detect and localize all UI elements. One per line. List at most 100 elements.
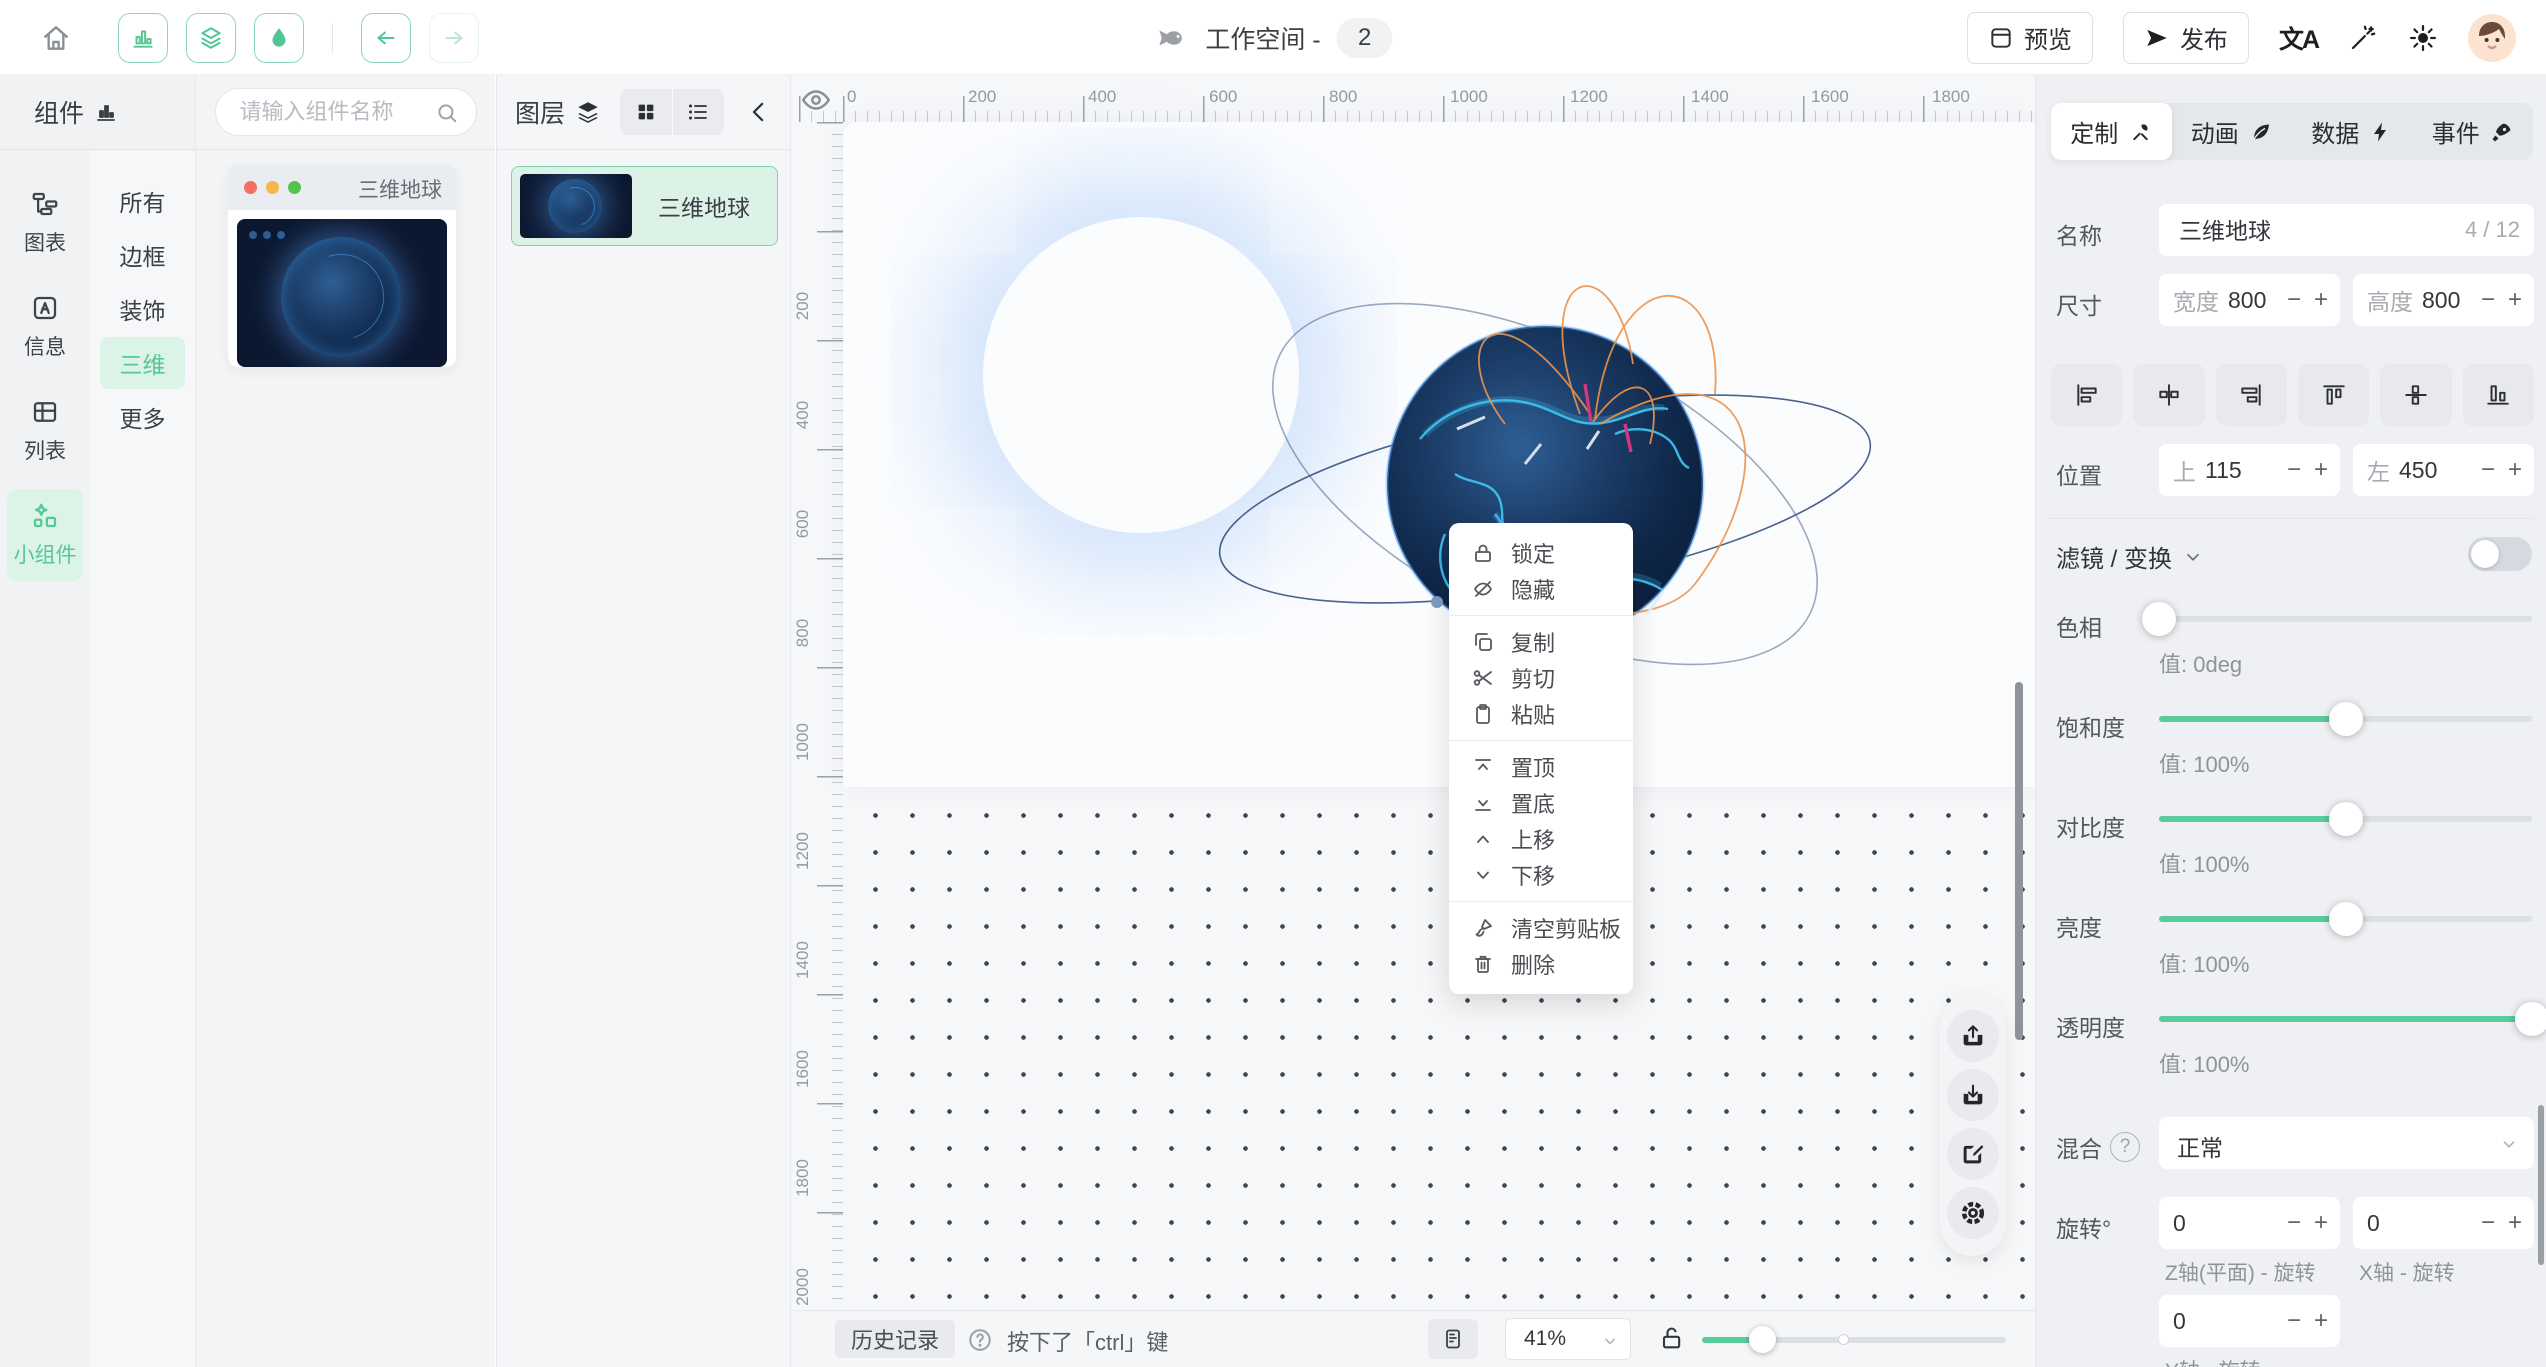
increment-icon[interactable]: + bbox=[2314, 1209, 2328, 1237]
import-button[interactable] bbox=[1947, 1069, 1999, 1121]
inspector-scrollbar[interactable] bbox=[2538, 1105, 2544, 1265]
chevron-down-icon[interactable] bbox=[2182, 546, 2204, 568]
align-bottom-button[interactable] bbox=[2463, 364, 2534, 426]
slider-thumb[interactable] bbox=[2329, 802, 2363, 836]
name-input-field[interactable] bbox=[2177, 204, 2427, 254]
context-menu-item-copy[interactable]: 复制 bbox=[1449, 624, 1633, 660]
increment-icon[interactable]: + bbox=[2508, 456, 2522, 484]
context-menu-item-send-to-back[interactable]: 置底 bbox=[1449, 785, 1633, 821]
hue-slider[interactable] bbox=[2159, 616, 2532, 622]
toggle-layers-panel-button[interactable] bbox=[186, 13, 236, 63]
minimap-toggle-button[interactable] bbox=[1428, 1319, 1478, 1359]
slider-thumb[interactable] bbox=[2329, 902, 2363, 936]
slider-thumb[interactable] bbox=[2142, 602, 2176, 636]
sidebar-item-widgets[interactable]: 小组件 bbox=[7, 489, 83, 581]
zoom-slider[interactable] bbox=[1702, 1337, 2006, 1343]
decrement-icon[interactable]: − bbox=[2287, 1209, 2301, 1237]
zoom-level-select[interactable]: 41% bbox=[1505, 1318, 1631, 1360]
rotate-x-stepper[interactable]: 0 −+ bbox=[2353, 1197, 2534, 1249]
dark-mode-sun-icon[interactable] bbox=[2408, 23, 2438, 53]
opacity-slider[interactable] bbox=[2159, 1016, 2532, 1022]
grid-view-icon[interactable] bbox=[620, 89, 673, 135]
sidebar-item-charts[interactable]: 图表 bbox=[7, 177, 83, 269]
top-stepper[interactable]: 上115 −+ bbox=[2159, 444, 2340, 496]
increment-icon[interactable]: + bbox=[2508, 286, 2522, 314]
preview-button[interactable]: 预览 bbox=[1967, 12, 2093, 64]
category-more[interactable]: 更多 bbox=[100, 391, 185, 443]
user-avatar[interactable] bbox=[2468, 14, 2516, 62]
help-icon[interactable] bbox=[967, 1327, 993, 1353]
zoom-lock-icon[interactable] bbox=[1657, 1324, 1685, 1352]
list-view-icon[interactable] bbox=[673, 89, 725, 135]
context-menu-item-bring-to-front[interactable]: 置顶 bbox=[1449, 749, 1633, 785]
increment-icon[interactable]: + bbox=[2314, 1307, 2328, 1335]
category-all[interactable]: 所有 bbox=[100, 175, 185, 227]
contrast-slider[interactable] bbox=[2159, 816, 2532, 822]
search-icon[interactable] bbox=[434, 100, 460, 126]
history-button[interactable]: 历史记录 bbox=[835, 1320, 955, 1358]
context-menu-item-delete[interactable]: 删除 bbox=[1449, 946, 1633, 982]
context-menu-item-paste[interactable]: 粘贴 bbox=[1449, 696, 1633, 732]
search-input[interactable] bbox=[238, 89, 428, 135]
decrement-icon[interactable]: − bbox=[2287, 1307, 2301, 1335]
context-menu-item-hide[interactable]: 隐藏 bbox=[1449, 571, 1633, 607]
align-center-vertical-button[interactable] bbox=[2380, 364, 2451, 426]
decrement-icon[interactable]: − bbox=[2481, 286, 2495, 314]
decrement-icon[interactable]: − bbox=[2287, 456, 2301, 484]
align-top-button[interactable] bbox=[2298, 364, 2369, 426]
question-icon[interactable]: ? bbox=[2110, 1132, 2140, 1162]
settings-gear-icon[interactable] bbox=[1947, 1187, 1999, 1239]
redo-button[interactable] bbox=[429, 13, 479, 63]
undo-button[interactable] bbox=[361, 13, 411, 63]
collapse-panel-icon[interactable] bbox=[744, 97, 774, 127]
context-menu-item-clear-clipboard[interactable]: 清空剪贴板 bbox=[1449, 910, 1633, 946]
blend-mode-select[interactable]: 正常 bbox=[2159, 1117, 2534, 1169]
saturation-slider[interactable] bbox=[2159, 716, 2532, 722]
left-stepper[interactable]: 左450 −+ bbox=[2353, 444, 2534, 496]
export-button[interactable] bbox=[1947, 1010, 1999, 1062]
language-icon[interactable]: 文A bbox=[2279, 20, 2318, 56]
component-card-3d-earth[interactable]: 三维地球 bbox=[228, 164, 456, 367]
align-left-button[interactable] bbox=[2051, 364, 2122, 426]
height-stepper[interactable]: 高度800 −+ bbox=[2353, 274, 2534, 326]
category-border[interactable]: 边框 bbox=[100, 229, 185, 281]
toggle-charts-panel-button[interactable] bbox=[118, 13, 168, 63]
edit-button[interactable] bbox=[1947, 1128, 1999, 1180]
home-icon[interactable] bbox=[40, 22, 72, 54]
decrement-icon[interactable]: − bbox=[2287, 286, 2301, 314]
rotate-z-stepper[interactable]: 0 −+ bbox=[2159, 1197, 2340, 1249]
canvas-vertical-scrollbar[interactable] bbox=[2015, 682, 2023, 1040]
slider-thumb[interactable] bbox=[2329, 702, 2363, 736]
increment-icon[interactable]: + bbox=[2314, 456, 2328, 484]
ruler-visibility-eye-icon[interactable] bbox=[799, 83, 833, 117]
brightness-slider[interactable] bbox=[2159, 916, 2532, 922]
context-menu-item-move-down[interactable]: 下移 bbox=[1449, 857, 1633, 893]
category-decoration[interactable]: 装饰 bbox=[100, 283, 185, 335]
context-menu-item-lock[interactable]: 锁定 bbox=[1449, 535, 1633, 571]
increment-icon[interactable]: + bbox=[2508, 1209, 2522, 1237]
sidebar-item-info[interactable]: 信息 bbox=[7, 281, 83, 373]
decrement-icon[interactable]: − bbox=[2481, 1209, 2495, 1237]
publish-button[interactable]: 发布 bbox=[2123, 12, 2249, 64]
tab-data[interactable]: 数据 bbox=[2292, 103, 2413, 160]
slider-thumb[interactable] bbox=[2515, 1002, 2546, 1036]
category-3d[interactable]: 三维 bbox=[100, 337, 185, 389]
theme-wand-icon[interactable] bbox=[2348, 23, 2378, 53]
increment-icon[interactable]: + bbox=[2314, 286, 2328, 314]
layer-item-3d-earth[interactable]: 三维地球 bbox=[511, 166, 778, 246]
align-center-horizontal-button[interactable] bbox=[2133, 364, 2204, 426]
decrement-icon[interactable]: − bbox=[2481, 456, 2495, 484]
align-right-button[interactable] bbox=[2216, 364, 2287, 426]
design-canvas[interactable]: 0200 400600 8001000 12001400 16001800 20… bbox=[791, 75, 2035, 1367]
context-menu-item-move-up[interactable]: 上移 bbox=[1449, 821, 1633, 857]
sidebar-item-list[interactable]: 列表 bbox=[7, 385, 83, 477]
zoom-slider-thumb[interactable] bbox=[1749, 1326, 1776, 1353]
width-stepper[interactable]: 宽度800 −+ bbox=[2159, 274, 2340, 326]
context-menu-item-cut[interactable]: 剪切 bbox=[1449, 660, 1633, 696]
filter-toggle[interactable] bbox=[2468, 537, 2532, 571]
tab-events[interactable]: 事件 bbox=[2413, 103, 2534, 160]
toggle-details-panel-button[interactable] bbox=[254, 13, 304, 63]
tab-customize[interactable]: 定制 bbox=[2051, 103, 2172, 160]
tab-animation[interactable]: 动画 bbox=[2172, 103, 2293, 160]
rotate-y-stepper[interactable]: 0 −+ bbox=[2159, 1295, 2340, 1347]
